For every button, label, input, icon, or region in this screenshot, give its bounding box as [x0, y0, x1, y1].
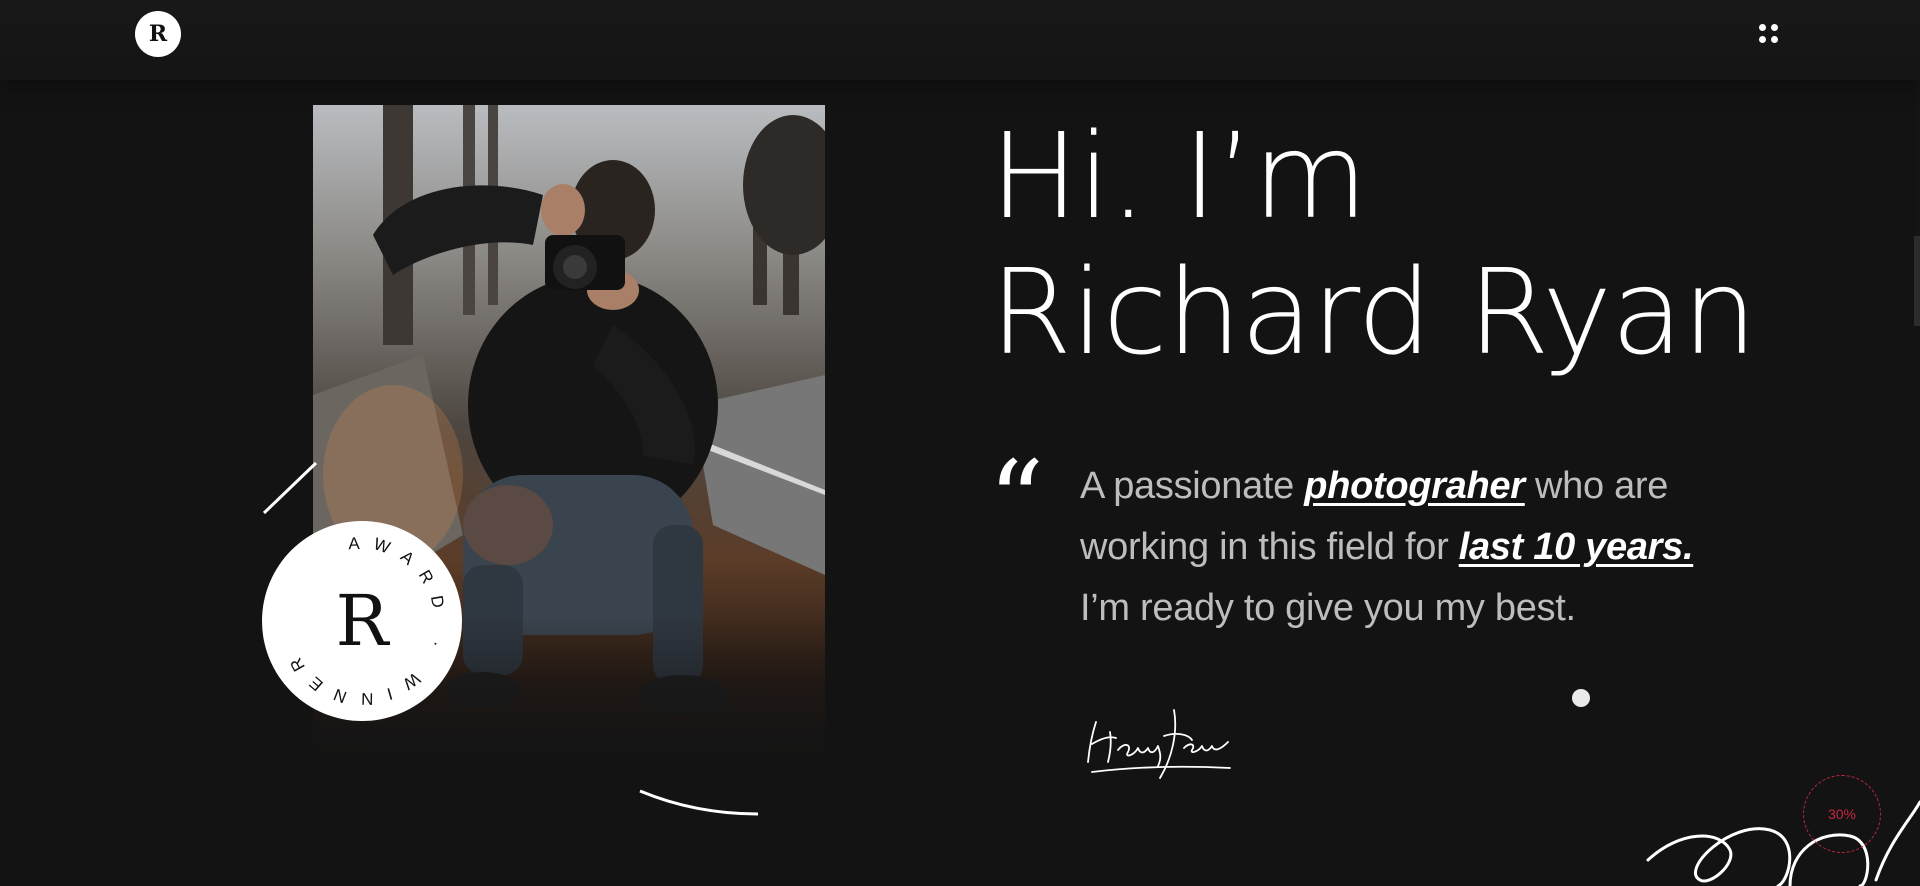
intro-part-3: I’m ready to give you my best. — [1080, 587, 1576, 629]
award-badge: AWARD · WINNER · R — [262, 521, 462, 721]
decor-arc — [639, 789, 759, 816]
intro-part-1: A passionate — [1080, 465, 1305, 507]
heading-line-1: Hi. I’m — [990, 107, 1368, 245]
quote-icon: “ — [988, 437, 1045, 565]
site-header: R — [0, 0, 1920, 80]
hero-heading: Hi. I’m Richard Ryan — [990, 107, 1757, 381]
menu-dot — [1759, 36, 1766, 43]
highlight-photographer-link[interactable]: photograher — [1304, 465, 1525, 507]
logo[interactable]: R — [135, 11, 181, 57]
signature — [1087, 709, 1231, 779]
menu-dot — [1771, 24, 1778, 31]
progress-label: 30% — [1827, 806, 1857, 822]
intro-text: A passionate photograher who are working… — [1080, 456, 1720, 639]
decor-line — [262, 461, 318, 515]
badge-letter: R — [335, 580, 389, 662]
cursor-dot — [1572, 689, 1590, 707]
heading-line-2: Richard Ryan — [990, 243, 1757, 381]
scrollbar-thumb[interactable] — [1914, 236, 1920, 326]
highlight-years-link[interactable]: last 10 years. — [1459, 526, 1694, 568]
dots-grid-icon[interactable] — [1756, 21, 1782, 47]
menu-dot — [1771, 36, 1778, 43]
menu-dot — [1759, 24, 1766, 31]
scroll-progress-indicator[interactable]: 30% — [1803, 775, 1881, 853]
